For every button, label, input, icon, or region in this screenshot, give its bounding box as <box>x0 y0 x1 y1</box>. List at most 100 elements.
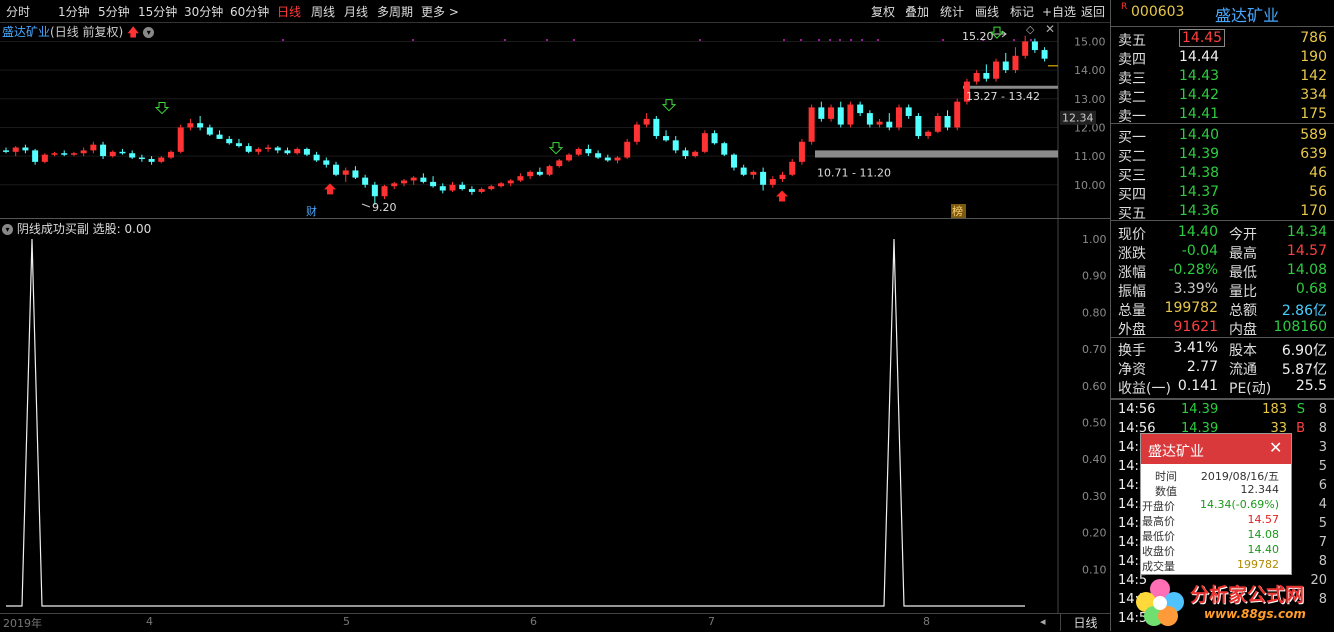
indicator-value: 选股: 0.00 <box>92 222 152 236</box>
candle-body <box>1002 61 1009 71</box>
tab-30min[interactable]: 30分钟 <box>184 3 223 20</box>
more-menu[interactable]: 更多 > <box>421 3 459 20</box>
tab-weekly[interactable]: 周线 <box>311 3 335 20</box>
up-arrow-icon: 🡅 <box>127 25 140 39</box>
tooltip-row: 数值 12.344 <box>1141 483 1291 498</box>
price-tick-label: 13.00 <box>1074 93 1106 106</box>
stock-name-label: 盛达矿业 <box>2 25 51 39</box>
overlay-button[interactable]: 叠加 <box>905 3 929 20</box>
fundamental-label: 收益(一) <box>1118 381 1171 397</box>
close-icon[interactable]: ✕ <box>1269 438 1282 457</box>
tab-daily[interactable]: 日线 <box>277 3 301 20</box>
indicator-name: 阴线成功买副 <box>16 222 89 236</box>
candle-body <box>284 150 291 154</box>
scroll-left-icon[interactable]: ◂ <box>1040 615 1046 628</box>
fundamental-row: 换手 3.41% 股本 6.90亿 <box>1111 339 1334 359</box>
price-tick-label: 15.00 <box>1074 35 1106 48</box>
buy-price: 14.37 <box>1179 184 1220 200</box>
draw-button[interactable]: 画线 <box>975 3 999 20</box>
indicator-tick-label: 1.00 <box>1082 233 1107 246</box>
indicator-tick-label: 0.50 <box>1082 417 1107 430</box>
tab-5min[interactable]: 5分钟 <box>98 3 130 20</box>
date-label-jun: 6 <box>530 615 537 628</box>
date-label-jul: 7 <box>708 615 715 628</box>
tab-60min[interactable]: 60分钟 <box>230 3 269 20</box>
sell-volume: 175 <box>1300 106 1327 122</box>
mark-button[interactable]: 标记 <box>1010 3 1034 20</box>
stat-value: 0.68 <box>1295 281 1327 297</box>
indicator-tick-label: 0.60 <box>1082 380 1107 393</box>
candle-body <box>954 101 961 128</box>
sell-level-label: 卖四 <box>1118 52 1146 68</box>
candle-body <box>701 133 708 152</box>
candle-body <box>730 154 737 168</box>
candle-body <box>672 140 679 151</box>
candle-body <box>507 180 514 184</box>
tab-multi-period[interactable]: 多周期 <box>377 3 413 20</box>
tab-15min[interactable]: 15分钟 <box>138 3 177 20</box>
sell-level-row[interactable]: 卖一 14.41 175 <box>1111 105 1334 125</box>
tick-count: 6 <box>1318 478 1327 493</box>
tab-fenshi[interactable]: 分时 <box>6 3 30 20</box>
indicator-header: ▾ 阴线成功买副 选股: 0.00 <box>2 220 151 237</box>
candle-body <box>789 161 796 175</box>
period-toolbar: 分时 1分钟 5分钟 15分钟 30分钟 60分钟 日线 周线 月线 多周期 更… <box>0 0 1110 23</box>
candle-body <box>769 179 776 185</box>
tab-monthly[interactable]: 月线 <box>344 3 368 20</box>
candle-body <box>61 153 68 155</box>
add-watchlist-button[interactable]: +自选 <box>1042 3 1076 20</box>
buy-level-row[interactable]: 买三 14.38 46 <box>1111 164 1334 184</box>
tooltip-label: 收盘价 <box>1142 545 1175 558</box>
stats-button[interactable]: 统计 <box>940 3 964 20</box>
sell-level-row[interactable]: 卖三 14.43 142 <box>1111 67 1334 87</box>
buy-level-row[interactable]: 买五 14.36 170 <box>1111 202 1334 222</box>
kline-chart[interactable]: 15.00 14.00 13.00 12.00 11.00 10.00 12.34 15.20… <box>0 22 1110 219</box>
tick-count: 5 <box>1318 459 1327 474</box>
candle-body <box>604 157 611 161</box>
close-icon[interactable]: ✕ <box>1045 22 1055 36</box>
data-tooltip-window: 盛达矿业 ✕ 时间 2019/08/16/五 数值 12.344 开盘价 14.34(-0… <box>1140 433 1292 575</box>
sell-level-row[interactable]: 卖五 14.45 786 <box>1111 29 1334 49</box>
candle-body <box>313 154 320 161</box>
stat-value: 2.86亿 <box>1281 303 1327 319</box>
period-switch-button[interactable]: 日线 <box>1060 614 1110 631</box>
stat-label: 总量 <box>1118 303 1146 319</box>
indicator-tick-label: 0.70 <box>1082 343 1107 356</box>
candle-body <box>51 153 58 155</box>
candle-body <box>80 150 87 154</box>
tooltip-value: 14.57 <box>1247 513 1280 526</box>
sell-level-row[interactable]: 卖二 14.42 334 <box>1111 86 1334 106</box>
candle-body <box>362 177 369 185</box>
candle-body <box>575 148 582 155</box>
indicator-menu-icon[interactable]: ▾ <box>2 224 13 235</box>
tick-count: 8 <box>1318 421 1327 436</box>
resistance-zone-bar <box>963 85 1058 89</box>
settings-diamond-icon[interactable]: ◇ <box>1026 23 1034 36</box>
date-label-apr: 4 <box>146 615 153 628</box>
buy-level-row[interactable]: 买二 14.39 639 <box>1111 145 1334 165</box>
candle-body <box>410 177 417 181</box>
candle-body <box>352 170 359 178</box>
indicator-line <box>6 238 1025 607</box>
fundamental-value: 0.141 <box>1177 378 1218 394</box>
signal-dot <box>412 39 414 41</box>
tooltip-value: 14.34(-0.69%) <box>1200 498 1279 511</box>
sell-level-row[interactable]: 卖四 14.44 190 <box>1111 48 1334 68</box>
tick-volume: 183 <box>1262 402 1287 417</box>
sell-level-label: 卖二 <box>1118 90 1146 106</box>
zone-upper-label: 13.27 - 13.42 <box>966 90 1040 103</box>
stat-label: 最高 <box>1229 246 1257 262</box>
sell-volume: 334 <box>1300 87 1327 103</box>
candle-body <box>886 121 893 128</box>
fundamental-row: 收益(一) 0.141 PE(动) 25.5 <box>1111 377 1334 397</box>
indicator-panel[interactable]: 1.00 0.90 0.80 0.70 0.60 0.50 0.40 0.30 0.20 0.10… <box>0 219 1110 613</box>
buy-level-row[interactable]: 买一 14.40 589 <box>1111 126 1334 146</box>
back-button[interactable]: 返回 <box>1081 3 1105 20</box>
buy-level-row[interactable]: 买四 14.37 56 <box>1111 183 1334 203</box>
fundamental-label: 净资 <box>1118 362 1146 378</box>
candle-body <box>430 181 437 187</box>
fuquan-button[interactable]: 复权 <box>871 3 895 20</box>
tab-1min[interactable]: 1分钟 <box>58 3 90 20</box>
chevron-down-icon[interactable]: ▾ <box>143 27 155 38</box>
sell-price: 14.45 <box>1179 29 1226 47</box>
